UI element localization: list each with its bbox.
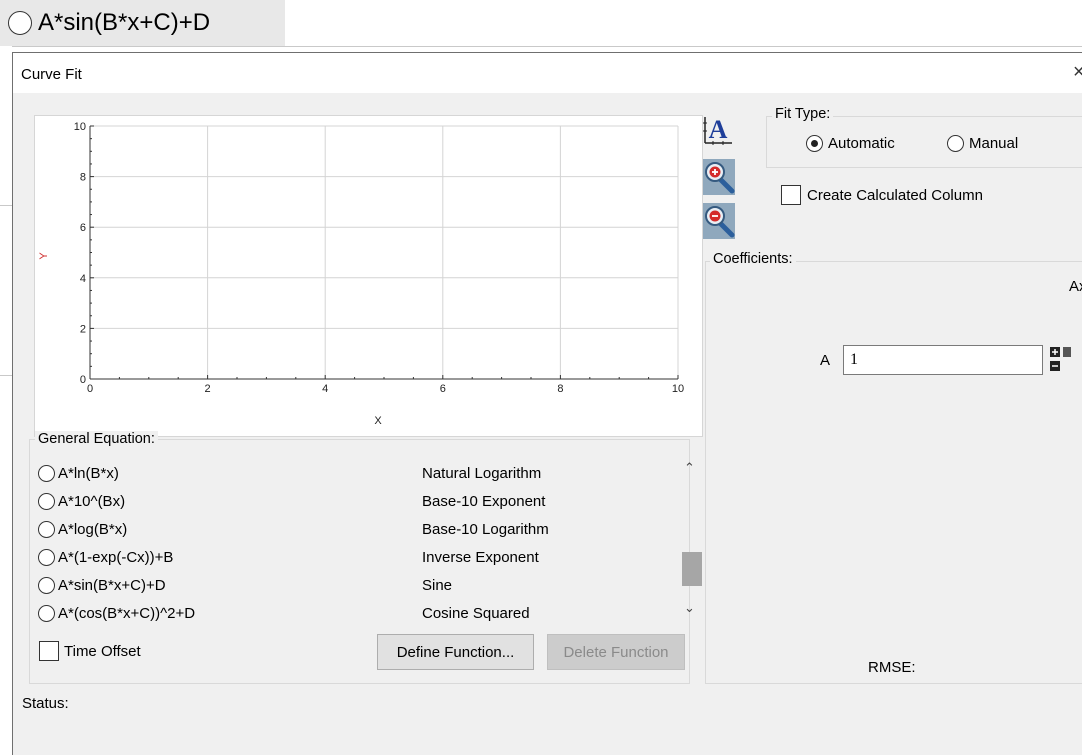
title-bar: Curve Fit ×	[13, 53, 1082, 93]
rmse-label: RMSE:	[868, 659, 916, 676]
equation-list-item[interactable]: A*ln(B*x) Natural Logarithm	[38, 461, 658, 485]
curve-fit-dialog: Curve Fit × 0 2 4 6 8 10 0 2 4 6 8 10 X Y A	[12, 52, 1082, 755]
x-tick-label: 10	[672, 383, 684, 395]
x-tick-label: 2	[205, 383, 211, 395]
automatic-radio[interactable]	[806, 135, 823, 152]
equation-formula: A*(cos(B*x+C))^2+D	[58, 604, 196, 622]
time-offset-checkbox[interactable]	[39, 641, 59, 661]
y-tick-label: 10	[74, 121, 86, 133]
equation-radio[interactable]	[38, 464, 55, 482]
plot-area[interactable]: 0 2 4 6 8 10 0 2 4 6 8 10 X Y	[34, 115, 703, 437]
equation-radio[interactable]	[38, 492, 55, 510]
zoom-in-icon	[703, 159, 735, 195]
plot-grid	[90, 125, 679, 379]
zoom-out-button[interactable]	[703, 203, 735, 239]
time-offset[interactable]: Time Offset	[39, 641, 141, 661]
autoscale-A-icon: A	[703, 115, 732, 145]
manual-label: Manual	[969, 135, 1019, 152]
y-tick-label: 4	[80, 273, 86, 285]
general-equation-label: General Equation:	[35, 431, 158, 447]
equation-formula: A*(1-exp(-Cx))+B	[58, 548, 174, 566]
equation-list[interactable]: A*ln(B*x) Natural Logarithm A*10^(Bx) Base-…	[30, 440, 670, 630]
close-button[interactable]: ×	[1073, 61, 1082, 84]
plot-axes	[89, 126, 678, 380]
selected-equation-banner: A*sin(B*x+C)+D	[0, 0, 285, 46]
time-offset-label: Time Offset	[64, 642, 141, 660]
delete-function-button[interactable]: Delete Function	[547, 634, 685, 670]
coefficient-a-input[interactable]	[843, 345, 1043, 375]
equation-name: Sine	[422, 576, 453, 594]
equation-radio[interactable]	[38, 576, 55, 594]
equation-formula: A*10^(Bx)	[58, 492, 126, 510]
plot-chart: 0 2 4 6 8 10 0 2 4 6 8 10 X Y	[38, 121, 684, 427]
x-tick-label: 8	[557, 383, 563, 395]
svg-text:A: A	[709, 115, 728, 144]
equation-formula: A*sin(B*x+C)+D	[58, 576, 166, 594]
scroll-thumb[interactable]	[682, 552, 702, 586]
fit-type-automatic[interactable]: Automatic	[806, 135, 895, 152]
create-calculated-column-checkbox[interactable]	[781, 185, 801, 205]
x-tick-label: 4	[322, 383, 328, 395]
y-tick-label: 8	[80, 172, 86, 184]
status-label: Status:	[22, 695, 69, 712]
manual-radio[interactable]	[947, 135, 964, 152]
banner-equation-label: A*sin(B*x+C)+D	[38, 9, 211, 36]
x-tick-label: 6	[440, 383, 446, 395]
plus-minus-stepper-icon	[1050, 347, 1071, 371]
bg-divider	[0, 375, 12, 376]
equation-name: Base-10 Exponent	[422, 492, 546, 510]
coefficients-column-header: Ax	[1069, 278, 1082, 295]
equation-formula: A*log(B*x)	[58, 520, 128, 538]
coefficients-label: Coefficients:	[710, 251, 796, 267]
equation-name: Natural Logarithm	[422, 464, 542, 482]
equation-list-item[interactable]: A*10^(Bx) Base-10 Exponent	[38, 489, 658, 513]
x-tick-label: 0	[87, 383, 93, 395]
zoom-out-icon	[703, 203, 735, 239]
bg-divider	[12, 46, 1082, 47]
autoscale-button[interactable]: A	[703, 113, 732, 145]
coefficient-a-stepper[interactable]	[1050, 347, 1072, 379]
fit-type-manual[interactable]: Manual	[947, 135, 1018, 152]
scroll-up-icon[interactable]: ⌃	[684, 460, 695, 476]
equation-list-item[interactable]: A*sin(B*x+C)+D Sine	[38, 573, 658, 597]
bg-divider	[0, 205, 12, 206]
coefficient-a-label: A	[820, 352, 831, 369]
equation-list-item[interactable]: A*(cos(B*x+C))^2+D Cosine Squared	[38, 601, 658, 625]
equation-radio[interactable]	[38, 548, 55, 566]
y-tick-label: 0	[80, 374, 86, 386]
dialog-title: Curve Fit	[21, 66, 82, 83]
equation-radio[interactable]	[38, 604, 55, 622]
coefficients-group	[705, 261, 1082, 684]
equation-list-item[interactable]: A*(1-exp(-Cx))+B Inverse Exponent	[38, 545, 658, 569]
zoom-in-button[interactable]	[703, 159, 735, 195]
equation-name: Cosine Squared	[422, 604, 530, 622]
scroll-down-icon[interactable]: ⌄	[684, 600, 695, 616]
create-calculated-column[interactable]: Create Calculated Column	[781, 185, 983, 205]
fit-type-label: Fit Type:	[772, 106, 834, 122]
y-tick-label: 6	[80, 222, 86, 234]
equation-radio[interactable]	[38, 520, 55, 538]
equation-name: Inverse Exponent	[422, 548, 539, 566]
equation-list-item[interactable]: A*log(B*x) Base-10 Logarithm	[38, 517, 658, 541]
automatic-label: Automatic	[828, 135, 895, 152]
x-axis-label: X	[374, 415, 382, 427]
equation-formula: A*ln(B*x)	[58, 464, 119, 482]
y-axis-label: Y	[38, 252, 50, 260]
create-calculated-column-label: Create Calculated Column	[807, 186, 983, 204]
banner-radio	[8, 11, 32, 35]
equation-name: Base-10 Logarithm	[422, 520, 549, 538]
equation-list-scrollbar[interactable]: ⌃ ⌄	[678, 458, 702, 620]
y-tick-label: 2	[80, 323, 86, 335]
define-function-button[interactable]: Define Function...	[377, 634, 534, 670]
